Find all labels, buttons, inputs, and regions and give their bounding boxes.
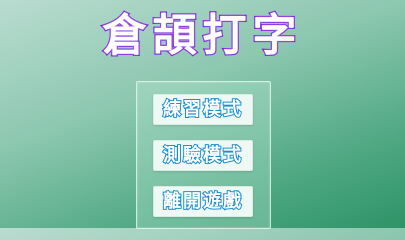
exit-game-button[interactable]: 離開遊戲 [153,186,253,217]
game-title: 倉頡打字 [101,9,303,63]
exit-game-label: 離開遊戲 [162,190,243,212]
practice-mode-button[interactable]: 練習模式 [153,94,253,125]
main-menu-panel: 練習模式 測驗模式 離開遊戲 [136,81,271,229]
test-mode-label: 測驗模式 [162,144,243,166]
practice-mode-label: 練習模式 [162,98,243,120]
test-mode-button[interactable]: 測驗模式 [153,140,253,171]
